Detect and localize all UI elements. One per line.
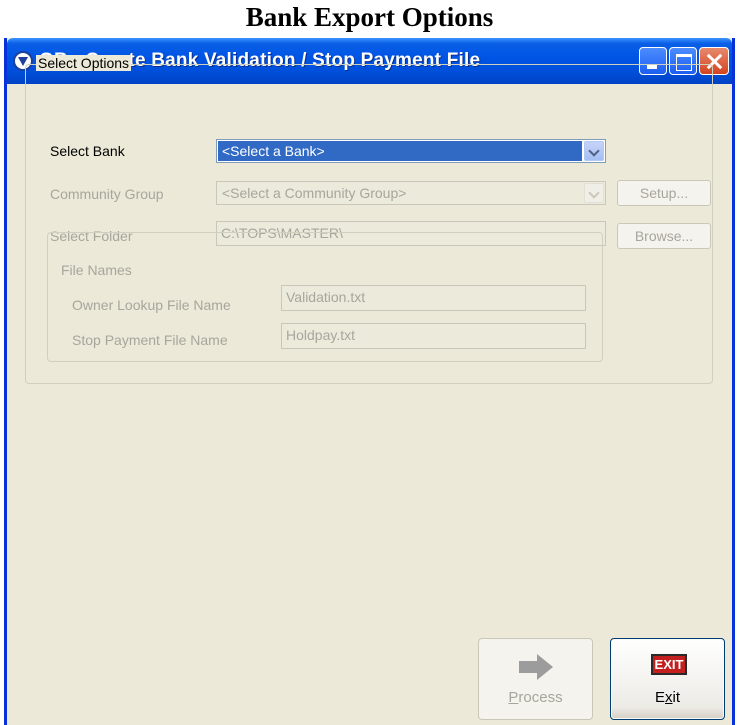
exit-button-label: Exit: [654, 689, 680, 706]
exit-sign-icon: EXIT: [651, 654, 687, 675]
browse-button[interactable]: Browse...: [617, 223, 711, 249]
select-bank-value: <Select a Bank>: [218, 141, 582, 161]
owner-lookup-label: Owner Lookup File Name: [72, 297, 231, 313]
right-arrow-icon: [519, 654, 553, 680]
process-button[interactable]: Process: [478, 638, 593, 720]
chevron-down-icon[interactable]: [584, 183, 604, 203]
community-group-label: Community Group: [50, 186, 164, 202]
stop-payment-field[interactable]: Holdpay.txt: [281, 323, 586, 349]
select-bank-label: Select Bank: [50, 143, 125, 159]
select-options-legend: Select Options: [36, 55, 132, 71]
setup-button[interactable]: Setup...: [617, 180, 711, 206]
exit-button[interactable]: EXIT Exit: [610, 638, 725, 720]
process-button-label: Process: [508, 689, 563, 706]
file-names-legend: File Names: [59, 262, 134, 278]
select-bank-combo[interactable]: <Select a Bank>: [216, 139, 606, 163]
page-heading: Bank Export Options: [245, 2, 494, 32]
chevron-down-icon[interactable]: [584, 141, 604, 161]
owner-lookup-field[interactable]: Validation.txt: [281, 285, 586, 311]
community-group-combo[interactable]: <Select a Community Group>: [216, 181, 606, 205]
community-group-value: <Select a Community Group>: [222, 185, 407, 201]
stop-payment-label: Stop Payment File Name: [72, 332, 228, 348]
